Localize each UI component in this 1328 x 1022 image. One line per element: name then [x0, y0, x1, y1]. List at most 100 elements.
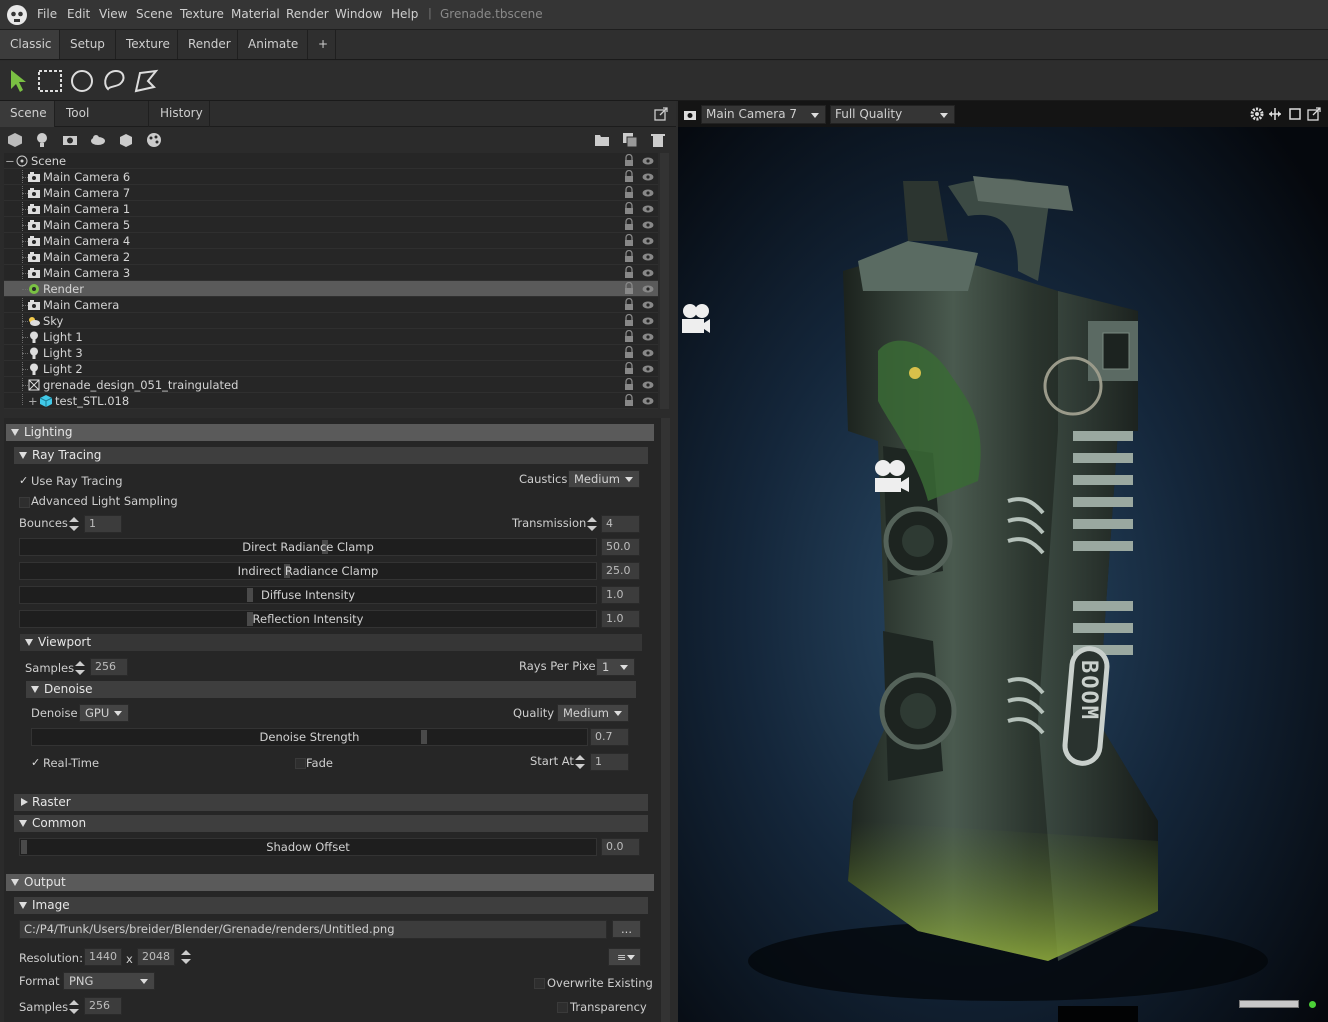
- denoise-dropdown[interactable]: GPU: [79, 704, 129, 722]
- tree-item[interactable]: Main Camera 7: [4, 185, 658, 201]
- add-sky-icon[interactable]: [90, 132, 106, 148]
- tab-history[interactable]: History: [150, 101, 210, 127]
- lock-icon[interactable]: [624, 154, 634, 167]
- shadow-offset-slider[interactable]: Shadow Offset: [19, 838, 597, 856]
- tree-item[interactable]: Main Camera 4: [4, 233, 658, 249]
- checkmark-icon[interactable]: ✓: [31, 756, 40, 769]
- tree-item[interactable]: Sky: [4, 313, 658, 329]
- tab-setup[interactable]: Setup: [60, 30, 116, 59]
- radiance-slider[interactable]: Diffuse Intensity: [19, 586, 597, 604]
- spinner-icon[interactable]: [181, 950, 191, 964]
- menu-help[interactable]: Help: [391, 7, 418, 21]
- tab-render[interactable]: Render: [178, 30, 238, 59]
- tree-item[interactable]: Main Camera 5: [4, 217, 658, 233]
- tab-texture[interactable]: Texture: [116, 30, 178, 59]
- lock-icon[interactable]: [624, 330, 634, 343]
- tree-root-scene[interactable]: − Scene: [4, 153, 658, 169]
- radiance-slider[interactable]: Direct Radiance Clamp: [19, 538, 597, 556]
- tree-item[interactable]: Light 1: [4, 329, 658, 345]
- lasso-select-icon[interactable]: [100, 67, 128, 95]
- trash-icon[interactable]: [650, 132, 666, 148]
- checkmark-icon[interactable]: ✓: [19, 474, 28, 487]
- viewport[interactable]: BOOM Main Camera 7 Full Quality: [678, 101, 1328, 1022]
- radiance-value-field[interactable]: 25.0: [601, 562, 640, 580]
- lock-icon[interactable]: [624, 282, 634, 295]
- visibility-eye-icon[interactable]: [642, 380, 654, 390]
- expand-icon[interactable]: +: [28, 394, 38, 408]
- lock-icon[interactable]: [624, 202, 634, 215]
- menu-texture[interactable]: Texture: [180, 7, 224, 21]
- lock-icon[interactable]: [624, 314, 634, 327]
- camera-dropdown[interactable]: Main Camera 7: [701, 105, 826, 124]
- resolution-height-field[interactable]: 2048: [137, 948, 175, 966]
- spinner-icon[interactable]: [69, 1000, 79, 1014]
- slider-knob[interactable]: [21, 840, 27, 854]
- menu-edit[interactable]: Edit: [67, 7, 90, 21]
- section-ray-tracing[interactable]: Ray Tracing: [14, 447, 648, 464]
- section-raster[interactable]: Raster: [14, 794, 648, 811]
- tab-classic[interactable]: Classic: [0, 30, 60, 59]
- output-samples-field[interactable]: 256: [84, 997, 122, 1015]
- menu-scene[interactable]: Scene: [136, 7, 173, 21]
- resolution-preset-button[interactable]: ≡: [608, 948, 641, 966]
- visibility-eye-icon[interactable]: [642, 156, 654, 166]
- spinner-icon[interactable]: [75, 661, 85, 675]
- visibility-eye-icon[interactable]: [642, 172, 654, 182]
- visibility-eye-icon[interactable]: [642, 396, 654, 406]
- add-camera-icon[interactable]: [62, 132, 78, 148]
- section-output[interactable]: Output: [6, 874, 654, 891]
- visibility-eye-icon[interactable]: [642, 188, 654, 198]
- tree-item[interactable]: Main Camera 3: [4, 265, 658, 281]
- tree-item[interactable]: Light 2: [4, 361, 658, 377]
- polygon-select-icon[interactable]: [132, 67, 160, 95]
- visibility-eye-icon[interactable]: [642, 316, 654, 326]
- fade-checkbox[interactable]: [295, 758, 306, 769]
- denoise-strength-field[interactable]: 0.7: [590, 728, 629, 746]
- render-canvas[interactable]: [678, 101, 1328, 1022]
- visibility-eye-icon[interactable]: [642, 284, 654, 294]
- gear-icon[interactable]: [1250, 107, 1264, 121]
- camera-icon[interactable]: [683, 108, 697, 122]
- radiance-slider[interactable]: Indirect Radiance Clamp: [19, 562, 597, 580]
- spinner-icon[interactable]: [69, 517, 79, 531]
- format-dropdown[interactable]: PNG: [63, 972, 155, 990]
- spinner-icon[interactable]: [575, 755, 585, 769]
- overwrite-existing-checkbox[interactable]: [534, 978, 545, 989]
- lock-icon[interactable]: [624, 170, 634, 183]
- denoise-strength-slider[interactable]: Denoise Strength: [31, 728, 588, 746]
- visibility-eye-icon[interactable]: [642, 252, 654, 262]
- caustics-dropdown[interactable]: Medium: [568, 470, 640, 488]
- visibility-eye-icon[interactable]: [642, 348, 654, 358]
- visibility-eye-icon[interactable]: [642, 332, 654, 342]
- section-lighting[interactable]: Lighting: [6, 424, 654, 441]
- spinner-icon[interactable]: [587, 517, 597, 531]
- rect-select-icon[interactable]: [36, 67, 64, 95]
- add-paint-icon[interactable]: [146, 132, 162, 148]
- tree-item[interactable]: Main Camera: [4, 297, 658, 313]
- lock-icon[interactable]: [624, 266, 634, 279]
- tree-item[interactable]: Main Camera 1: [4, 201, 658, 217]
- advanced-light-sampling-checkbox[interactable]: [19, 497, 30, 508]
- select-arrow-icon[interactable]: [6, 67, 34, 95]
- bounces-field[interactable]: 1: [84, 515, 122, 533]
- tab-tool-settings[interactable]: Tool Settings: [56, 101, 149, 145]
- properties-scrollbar[interactable]: [661, 418, 670, 1022]
- start-at-field[interactable]: 1: [590, 753, 629, 771]
- tree-item[interactable]: Main Camera 2: [4, 249, 658, 265]
- transparency-checkbox[interactable]: [557, 1002, 568, 1013]
- lock-icon[interactable]: [624, 394, 634, 407]
- output-path-field[interactable]: C:/P4/Trunk/Users/breider/Blender/Grenad…: [19, 920, 607, 939]
- popout-icon[interactable]: [1307, 107, 1321, 121]
- maximize-icon[interactable]: [1288, 107, 1302, 121]
- lock-icon[interactable]: [624, 218, 634, 231]
- menu-window[interactable]: Window: [335, 7, 382, 21]
- browse-button[interactable]: ...: [612, 920, 641, 938]
- quality-dropdown[interactable]: Medium: [557, 704, 629, 722]
- menu-render[interactable]: Render: [286, 7, 329, 21]
- transmission-field[interactable]: 4: [601, 515, 640, 533]
- shadow-offset-field[interactable]: 0.0: [601, 838, 640, 856]
- rays-per-pixel-dropdown[interactable]: 1: [596, 658, 635, 676]
- radiance-value-field[interactable]: 1.0: [601, 610, 640, 628]
- tree-item[interactable]: Render: [4, 281, 658, 297]
- folder-icon[interactable]: [594, 132, 610, 148]
